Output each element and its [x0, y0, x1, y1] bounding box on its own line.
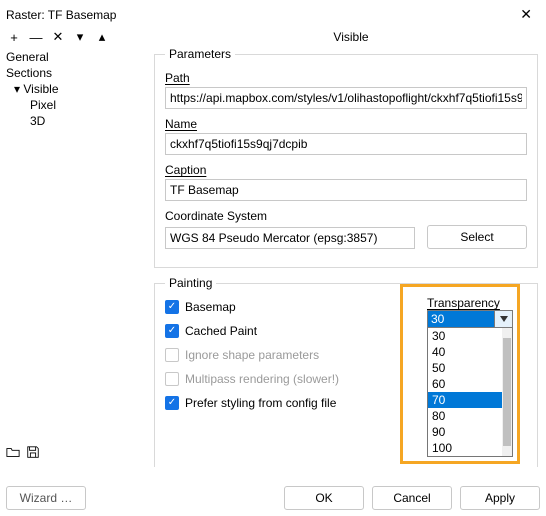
chevron-down-icon[interactable]: [494, 311, 512, 327]
cancel-button[interactable]: Cancel: [372, 486, 452, 510]
scrollbar[interactable]: [502, 328, 512, 456]
checkbox-icon: [165, 372, 179, 386]
parameters-legend: Parameters: [165, 47, 235, 61]
transparency-label: Transparency: [427, 296, 527, 310]
sidebar-item-general[interactable]: General: [6, 49, 150, 65]
path-input[interactable]: [165, 87, 527, 109]
chevron-down-icon[interactable]: ▾: [72, 29, 88, 45]
add-icon[interactable]: +: [6, 30, 22, 45]
painting-group: Painting ✓ Basemap ✓ Cached Paint Ignore…: [154, 276, 538, 467]
chevron-up-icon[interactable]: ▴: [94, 29, 110, 45]
option-80[interactable]: 80: [428, 408, 512, 424]
cached-paint-checkbox-row[interactable]: ✓ Cached Paint: [165, 324, 421, 338]
path-label: Path: [165, 71, 527, 85]
painting-legend: Painting: [165, 276, 216, 290]
ignore-shape-label: Ignore shape parameters: [185, 348, 319, 362]
cs-input[interactable]: [165, 227, 415, 249]
multipass-label: Multipass rendering (slower!): [185, 372, 339, 386]
checkbox-icon[interactable]: ✓: [165, 300, 179, 314]
save-icon[interactable]: [26, 445, 40, 463]
ok-button[interactable]: OK: [284, 486, 364, 510]
cached-paint-label: Cached Paint: [185, 324, 257, 338]
option-90[interactable]: 90: [428, 424, 512, 440]
caption-input[interactable]: [165, 179, 527, 201]
sidebar-item-sections[interactable]: Sections: [6, 65, 150, 81]
option-70[interactable]: 70: [428, 392, 512, 408]
transparency-value[interactable]: 30: [428, 311, 494, 327]
prefer-styling-checkbox-row[interactable]: ✓ Prefer styling from config file: [165, 396, 421, 410]
remove-icon[interactable]: —: [28, 30, 44, 45]
multipass-checkbox-row: Multipass rendering (slower!): [165, 372, 421, 386]
prefer-styling-label: Prefer styling from config file: [185, 396, 336, 410]
sidebar-item-pixel[interactable]: Pixel: [6, 97, 150, 113]
toolbar: + — ✕ ▾ ▴: [6, 29, 156, 45]
option-60[interactable]: 60: [428, 376, 512, 392]
transparency-dropdown[interactable]: 30: [427, 310, 513, 328]
option-50[interactable]: 50: [428, 360, 512, 376]
select-button[interactable]: Select: [427, 225, 527, 249]
section-heading: Visible: [156, 30, 546, 44]
folder-open-icon[interactable]: [6, 445, 20, 463]
sidebar-item-visible[interactable]: ▾ Visible: [6, 81, 150, 97]
delete-icon[interactable]: ✕: [50, 29, 66, 45]
name-input[interactable]: [165, 133, 527, 155]
apply-button[interactable]: Apply: [460, 486, 540, 510]
caption-label: Caption: [165, 163, 527, 177]
wizard-button[interactable]: Wizard …: [6, 486, 86, 510]
option-40[interactable]: 40: [428, 344, 512, 360]
close-icon[interactable]: ✕: [514, 4, 538, 25]
basemap-checkbox-row[interactable]: ✓ Basemap: [165, 300, 421, 314]
checkbox-icon[interactable]: ✓: [165, 396, 179, 410]
window-title: Raster: TF Basemap: [6, 8, 116, 22]
parameters-group: Parameters Path Name Caption Coordinate …: [154, 47, 538, 268]
checkbox-icon[interactable]: ✓: [165, 324, 179, 338]
option-100[interactable]: 100: [428, 440, 512, 456]
name-label: Name: [165, 117, 527, 131]
transparency-options[interactable]: 30 40 50 60 70 80 90 100: [427, 328, 513, 457]
checkbox-icon: [165, 348, 179, 362]
cs-label: Coordinate System: [165, 209, 527, 223]
sidebar-item-3d[interactable]: 3D: [6, 113, 150, 129]
ignore-shape-checkbox-row: Ignore shape parameters: [165, 348, 421, 362]
nav-tree: General Sections ▾ Visible Pixel 3D: [6, 49, 150, 445]
basemap-label: Basemap: [185, 300, 236, 314]
option-30[interactable]: 30: [428, 328, 512, 344]
